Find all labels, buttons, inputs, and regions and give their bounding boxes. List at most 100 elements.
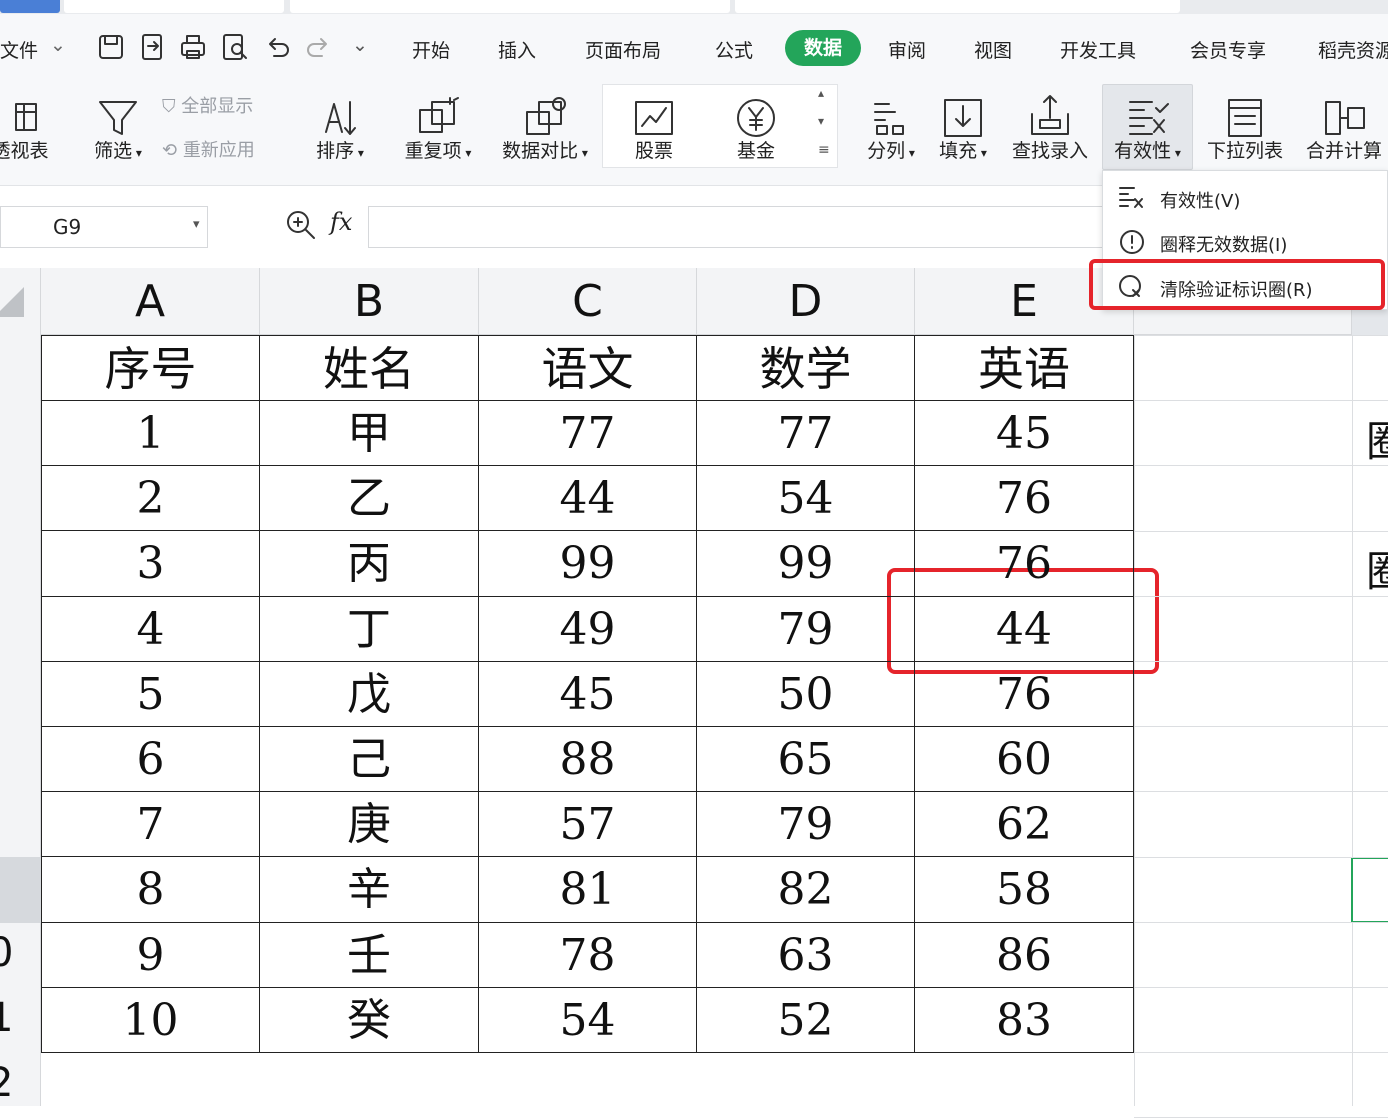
cell-seq[interactable]: 9	[41, 922, 260, 988]
duplicates-button[interactable]: 重复项 ▾	[393, 84, 483, 174]
tab-data[interactable]: 数据	[785, 30, 861, 66]
split-column-button[interactable]: 分列 ▾	[858, 84, 924, 174]
cell-english[interactable]: 83	[915, 987, 1134, 1053]
validity-button[interactable]: 有效性 ▾	[1102, 84, 1193, 174]
cell-name[interactable]: 癸	[260, 987, 479, 1053]
cell-chinese[interactable]: 99	[479, 531, 697, 597]
formula-input[interactable]	[368, 206, 1108, 248]
cell-name[interactable]: 壬	[260, 922, 479, 988]
cell-seq[interactable]: 8	[41, 857, 260, 923]
cell-chinese[interactable]: 57	[479, 792, 697, 858]
cell-math[interactable]: 50	[697, 661, 915, 727]
column-header-B[interactable]: B	[260, 268, 479, 335]
tab-review[interactable]: 审阅	[888, 36, 926, 63]
filter-button[interactable]: 筛选 ▾	[82, 84, 154, 174]
cell-name[interactable]: 甲	[260, 401, 479, 467]
cell-seq[interactable]: 4	[41, 596, 260, 662]
header-cell-name[interactable]: 姓名	[260, 335, 479, 401]
cell-name[interactable]: 戊	[260, 661, 479, 727]
quick-access-more-icon[interactable]: ⌄	[352, 34, 368, 56]
cell-english[interactable]: 60	[915, 727, 1134, 793]
row-header-13[interactable]: 2	[0, 1060, 29, 1120]
cell-math[interactable]: 77	[697, 401, 915, 467]
cell-english[interactable]: 76	[915, 661, 1134, 727]
tab-page-layout[interactable]: 页面布局	[585, 36, 661, 63]
cell-english[interactable]: 76	[915, 466, 1134, 532]
row-header-12[interactable]: 1	[0, 995, 29, 1055]
cell-math[interactable]: 52	[697, 987, 915, 1053]
cell-math[interactable]: 79	[697, 792, 915, 858]
cell-math[interactable]: 63	[697, 922, 915, 988]
cell-chinese[interactable]: 77	[479, 401, 697, 467]
menu-item-circle-invalid[interactable]: 圈释无效数据(I)	[1103, 219, 1388, 263]
header-cell-math[interactable]: 数学	[697, 335, 915, 401]
cell-seq[interactable]: 1	[41, 401, 260, 467]
cell-english[interactable]: 62	[915, 792, 1134, 858]
cell-seq[interactable]: 7	[41, 792, 260, 858]
selected-cell-g9[interactable]	[1351, 857, 1388, 923]
cell-chinese[interactable]: 81	[479, 857, 697, 923]
select-all-corner[interactable]	[0, 268, 41, 335]
tab-developer[interactable]: 开发工具	[1060, 36, 1136, 63]
sort-button[interactable]: 排序 ▾	[300, 84, 380, 174]
cell-name[interactable]: 丙	[260, 531, 479, 597]
row-header-11[interactable]: 0	[0, 930, 29, 990]
tab-resources[interactable]: 稻壳资源	[1318, 36, 1388, 63]
cell-name[interactable]: 己	[260, 727, 479, 793]
save-icon[interactable]	[96, 32, 126, 62]
menu-item-validity[interactable]: 有效性(V)	[1103, 175, 1388, 219]
cell-english[interactable]: 86	[915, 922, 1134, 988]
show-all-button[interactable]: ⛉ 全部显示	[162, 92, 253, 118]
file-menu-chevron-icon[interactable]: ⌄	[50, 34, 66, 56]
undo-icon[interactable]	[262, 32, 292, 62]
header-cell-chinese[interactable]: 语文	[479, 335, 697, 401]
cell-chinese[interactable]: 54	[479, 987, 697, 1053]
cell-name[interactable]: 辛	[260, 857, 479, 923]
window-tab-3[interactable]	[290, 0, 730, 13]
dropdown-list-button[interactable]: 下拉列表	[1200, 84, 1290, 174]
cell-seq[interactable]: 5	[41, 661, 260, 727]
stock-button[interactable]: 股票	[610, 84, 698, 174]
tab-formulas[interactable]: 公式	[715, 36, 753, 63]
column-header-D[interactable]: D	[697, 268, 915, 335]
print-icon[interactable]	[178, 32, 208, 62]
gallery-expand-icon[interactable]: ≡	[818, 142, 830, 158]
cell-name[interactable]: 丁	[260, 596, 479, 662]
cell-chinese[interactable]: 44	[479, 466, 697, 532]
window-tab-4[interactable]	[735, 0, 1180, 13]
redo-icon[interactable]	[304, 32, 334, 62]
zoom-formula-icon[interactable]	[284, 208, 318, 242]
header-cell-seq[interactable]: 序号	[41, 335, 260, 401]
name-box[interactable]: G9 ▾	[0, 206, 208, 248]
header-cell-english[interactable]: 英语	[915, 335, 1134, 401]
cell-math[interactable]: 54	[697, 466, 915, 532]
pivot-table-button[interactable]: 透视表	[0, 84, 60, 174]
cell-chinese[interactable]: 78	[479, 922, 697, 988]
cell-english[interactable]: 58	[915, 857, 1134, 923]
cell-math[interactable]: 65	[697, 727, 915, 793]
fund-button[interactable]: 基金	[712, 84, 800, 174]
cell-chinese[interactable]: 88	[479, 727, 697, 793]
reapply-button[interactable]: ⟲ 重新应用	[162, 136, 255, 162]
cell-chinese[interactable]: 45	[479, 661, 697, 727]
fill-button[interactable]: 填充 ▾	[930, 84, 996, 174]
gallery-scroll-down-icon[interactable]: ▾	[818, 114, 824, 128]
tab-insert[interactable]: 插入	[498, 36, 536, 63]
tab-member[interactable]: 会员专享	[1190, 36, 1266, 63]
print-preview-icon[interactable]	[220, 32, 250, 62]
merge-calc-button[interactable]: 合并计算	[1300, 84, 1388, 174]
cell-name[interactable]: 庚	[260, 792, 479, 858]
file-menu[interactable]: 文件	[0, 36, 38, 63]
name-box-dropdown-icon[interactable]: ▾	[193, 217, 200, 232]
cell-english[interactable]: 44	[915, 596, 1134, 662]
gallery-scroll-up-icon[interactable]: ▴	[818, 86, 824, 100]
window-tab-1[interactable]	[0, 0, 60, 13]
row-header-selected[interactable]	[0, 857, 41, 923]
data-compare-button[interactable]: 数据对比 ▾	[490, 84, 600, 174]
cell-english[interactable]: 45	[915, 401, 1134, 467]
cell-seq[interactable]: 6	[41, 727, 260, 793]
cell-chinese[interactable]: 49	[479, 596, 697, 662]
tab-view[interactable]: 视图	[974, 36, 1012, 63]
cell-math[interactable]: 99	[697, 531, 915, 597]
cell-seq[interactable]: 3	[41, 531, 260, 597]
